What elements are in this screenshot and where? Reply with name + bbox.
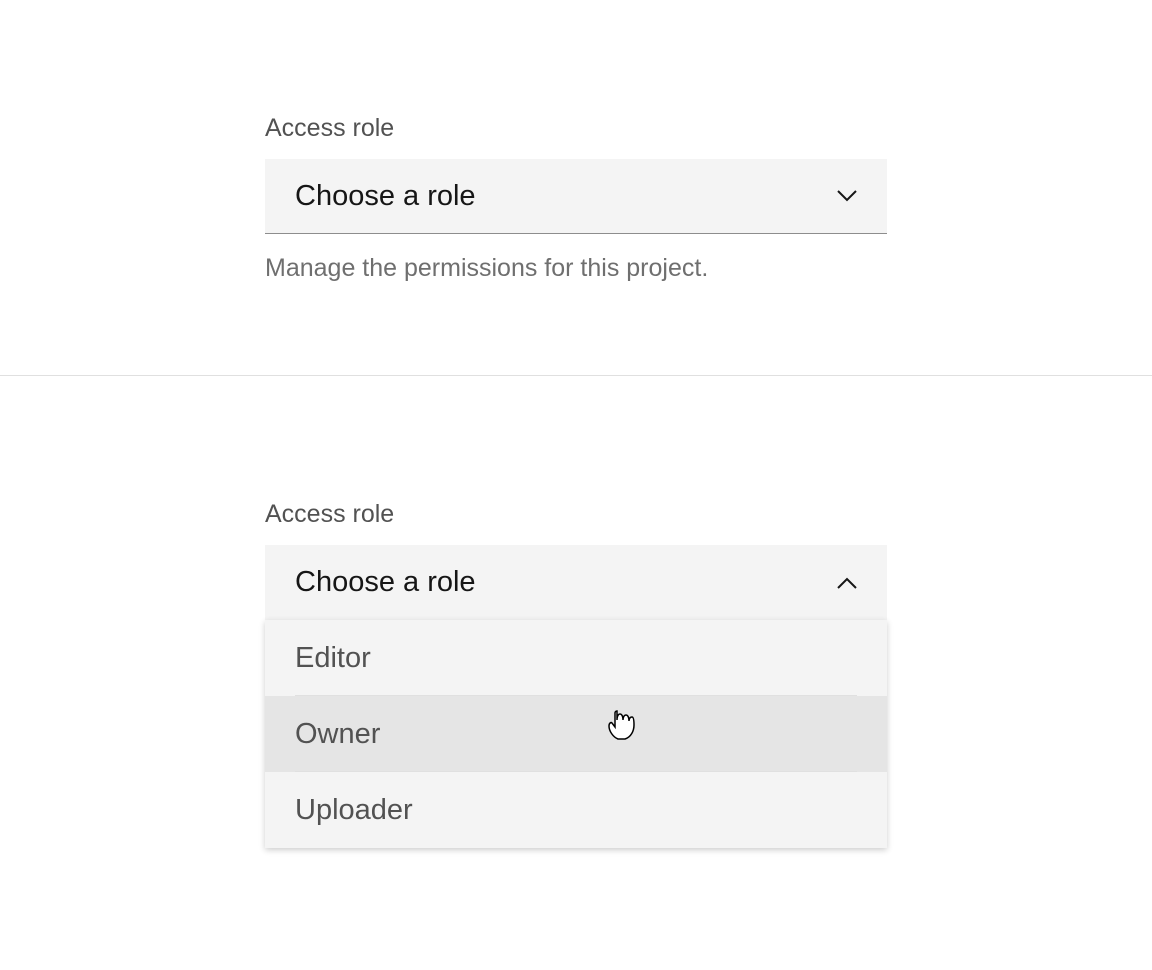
dropdown-container-open: Access role Choose a role Editor Owner U… xyxy=(265,500,887,848)
dropdown-label: Access role xyxy=(265,114,887,143)
dropdown-menu: Editor Owner Uploader xyxy=(265,620,887,848)
option-label: Editor xyxy=(295,642,371,675)
dropdown-placeholder: Choose a role xyxy=(295,566,476,599)
dropdown-container-closed: Access role Choose a role Manage the per… xyxy=(265,114,887,283)
dropdown-button-open[interactable]: Choose a role xyxy=(265,545,887,620)
closed-dropdown-section: Access role Choose a role Manage the per… xyxy=(0,0,1152,283)
option-label: Uploader xyxy=(295,794,413,827)
chevron-up-icon xyxy=(837,577,857,589)
dropdown-label: Access role xyxy=(265,500,887,529)
dropdown-helper-text: Manage the permissions for this project. xyxy=(265,254,887,283)
dropdown-option-uploader[interactable]: Uploader xyxy=(265,772,887,848)
dropdown-option-owner[interactable]: Owner xyxy=(265,696,887,772)
chevron-down-icon xyxy=(837,190,857,202)
dropdown-button-closed[interactable]: Choose a role xyxy=(265,159,887,234)
open-dropdown-section: Access role Choose a role Editor Owner U… xyxy=(0,376,1152,848)
dropdown-placeholder: Choose a role xyxy=(295,180,476,213)
option-label: Owner xyxy=(295,718,380,751)
dropdown-option-editor[interactable]: Editor xyxy=(265,620,887,696)
